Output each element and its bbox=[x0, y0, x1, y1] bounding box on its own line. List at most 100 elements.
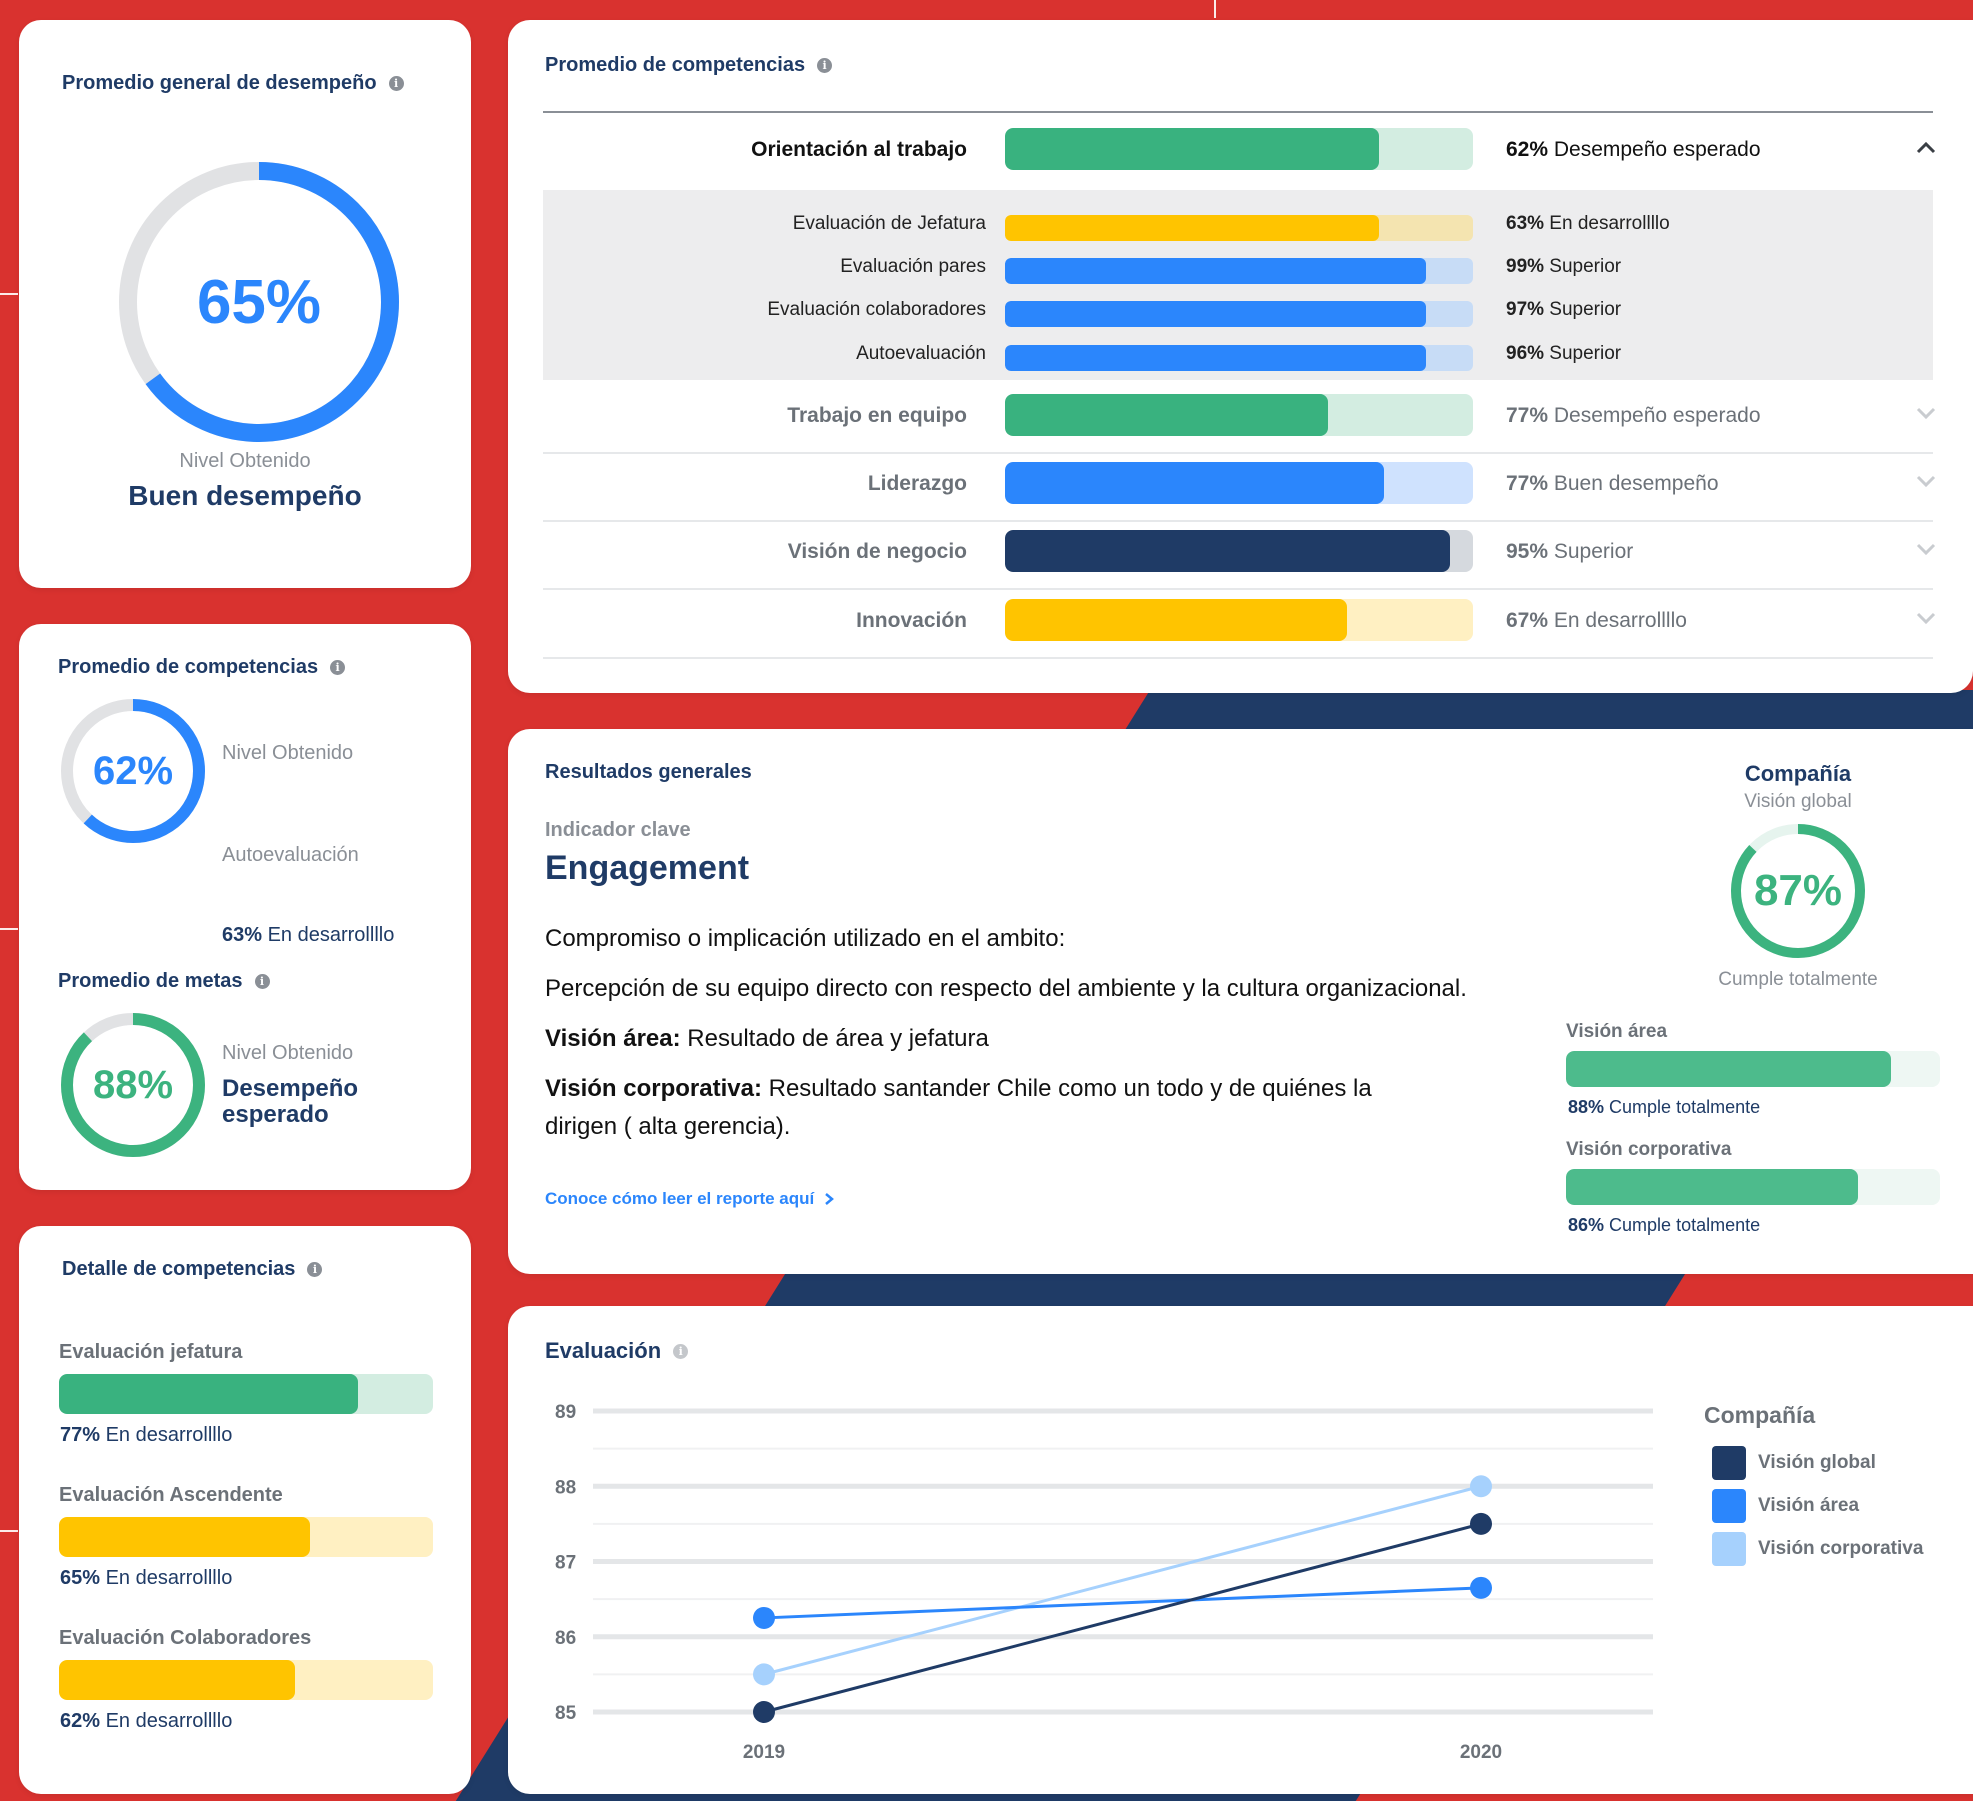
competencies-result: 63% En desarrollllo bbox=[222, 924, 394, 947]
data-point[interactable] bbox=[1470, 1576, 1492, 1599]
legend-item[interactable]: Visión corporativa bbox=[1712, 1532, 1923, 1566]
chevron-down-icon[interactable] bbox=[1916, 406, 1936, 420]
competencies-value: 62% bbox=[92, 748, 174, 793]
goals-value: 88% bbox=[92, 1062, 174, 1107]
detail-item-pct: 77% bbox=[60, 1424, 101, 1446]
detail-item-bar-fill bbox=[59, 1374, 359, 1414]
competency-detail-card: Detalle de competencias i Evaluación jef… bbox=[19, 1226, 471, 1794]
chevron-down-icon[interactable] bbox=[1916, 542, 1936, 556]
general-performance-card: Promedio general de desempeño i 65% Nive… bbox=[19, 20, 471, 588]
legend-item[interactable]: Visión global bbox=[1712, 1446, 1876, 1480]
detail-item-label: Evaluación jefatura bbox=[59, 1341, 243, 1363]
background-line bbox=[1214, 0, 1216, 18]
corp-label: Visión corporativa bbox=[1566, 1139, 1732, 1160]
legend-swatch bbox=[1712, 1446, 1746, 1480]
corp-bar-fill bbox=[1566, 1169, 1858, 1205]
sub-row-label: Autoevaluación bbox=[856, 343, 986, 364]
sub-row-result: 99% Superior bbox=[1506, 256, 1621, 278]
card-title: Promedio general de desempeño i bbox=[62, 72, 404, 95]
sub-row-label: Evaluación colaboradores bbox=[767, 299, 986, 320]
level-line: Desempeño bbox=[222, 1075, 359, 1102]
competency-row[interactable]: Innovación 67% En desarrollllo bbox=[543, 585, 1936, 645]
competency-row-result: 67% En desarrollllo bbox=[1506, 609, 1687, 633]
chevron-up-icon[interactable] bbox=[1916, 140, 1936, 154]
detail-item-result: 65% En desarrollllo bbox=[60, 1567, 232, 1590]
info-icon[interactable]: i bbox=[254, 974, 270, 989]
goals-title: Promedio de metas bbox=[58, 970, 243, 992]
chevron-down-icon[interactable] bbox=[1916, 611, 1936, 625]
competency-row-pct: 67% bbox=[1506, 609, 1549, 632]
competency-row-bar-fill bbox=[1005, 530, 1450, 572]
data-point[interactable] bbox=[753, 1606, 775, 1629]
competency-row-label: Trabajo en equipo bbox=[787, 404, 967, 427]
report-link[interactable]: Conoce cómo leer el reporte aquí bbox=[545, 1189, 835, 1209]
area-desc-bold: Visión área: bbox=[545, 1025, 681, 1052]
area-result: 88% Cumple totalmente bbox=[1568, 1097, 1760, 1118]
legend-item[interactable]: Visión área bbox=[1712, 1489, 1859, 1523]
level-line: esperado bbox=[222, 1101, 329, 1128]
sub-label: Autoevaluación bbox=[222, 844, 359, 866]
sub-row-bar-fill bbox=[1005, 345, 1427, 371]
area-status: Cumple totalmente bbox=[1609, 1097, 1761, 1117]
competencies-goals-card: Promedio de competencias i 62% Nivel Obt… bbox=[19, 624, 471, 1190]
competency-row[interactable]: Trabajo en equipo 77% Desempeño esperado bbox=[543, 380, 1936, 440]
chevron-down-icon[interactable] bbox=[1916, 474, 1936, 488]
y-tick-label: 88 bbox=[555, 1477, 576, 1498]
sub-row-bar bbox=[1005, 301, 1473, 327]
data-point[interactable] bbox=[1470, 1512, 1492, 1535]
title-divider bbox=[543, 111, 1933, 113]
competency-row-pct: 77% bbox=[1506, 404, 1549, 427]
sub-row-pct: 97% bbox=[1506, 299, 1545, 320]
sub-row-result: 63% En desarrollllo bbox=[1506, 213, 1670, 235]
x-tick-label: 2019 bbox=[743, 1742, 785, 1763]
detail-item-status: En desarrollllo bbox=[100, 1710, 233, 1732]
competency-row-pct: 95% bbox=[1506, 540, 1549, 563]
sub-row-result: 97% Superior bbox=[1506, 299, 1621, 321]
data-point[interactable] bbox=[753, 1701, 775, 1723]
competency-row-pct: 77% bbox=[1506, 472, 1549, 495]
data-point[interactable] bbox=[753, 1663, 775, 1686]
series-line bbox=[763, 1586, 1482, 1620]
sub-row-bar bbox=[1005, 345, 1473, 371]
detail-item-label: Evaluación Ascendente bbox=[59, 1484, 283, 1506]
corp-result: 86% Cumple totalmente bbox=[1568, 1215, 1760, 1236]
y-tick-label: 85 bbox=[555, 1703, 577, 1724]
legend-label: Visión área bbox=[1758, 1495, 1860, 1516]
corp-desc-line2: dirigen ( alta gerencia). bbox=[545, 1113, 791, 1140]
legend-title: Compañía bbox=[1704, 1402, 1816, 1428]
result-pct: 63% bbox=[222, 924, 263, 946]
corp-pct: 86% bbox=[1568, 1215, 1605, 1235]
general-value: 65% bbox=[196, 267, 322, 337]
detail-item-status: En desarrollllo bbox=[100, 1424, 233, 1446]
corp-desc-bold: Visión corporativa: bbox=[545, 1075, 762, 1102]
info-icon[interactable]: i bbox=[817, 58, 833, 73]
competencies-breakdown-card: Promedio de competencias i Orientación a… bbox=[508, 20, 1973, 693]
competency-row-bar bbox=[1005, 394, 1473, 436]
sub-row-bar bbox=[1005, 258, 1473, 284]
competency-row[interactable]: Liderazgo 77% Buen desempeño bbox=[543, 448, 1936, 508]
sub-row-pct: 99% bbox=[1506, 256, 1545, 277]
competency-row-result: 95% Superior bbox=[1506, 540, 1633, 564]
competency-row-status: Superior bbox=[1548, 540, 1634, 563]
competency-row-result: 77% Desempeño esperado bbox=[1506, 404, 1761, 428]
competency-row[interactable]: Orientación al trabajo 62% Desempeño espe… bbox=[543, 114, 1936, 174]
report-link-text[interactable]: Conoce cómo leer el reporte aquí bbox=[545, 1189, 814, 1209]
data-point[interactable] bbox=[1470, 1475, 1492, 1498]
competency-row[interactable]: Visión de negocio 95% Superior bbox=[543, 516, 1936, 576]
result-text: En desarrollllo bbox=[267, 924, 395, 946]
info-icon[interactable]: i bbox=[388, 76, 404, 91]
info-icon[interactable]: i bbox=[307, 1262, 323, 1277]
general-title: Promedio general de desempeño bbox=[62, 72, 377, 94]
area-label: Visión área bbox=[1566, 1021, 1668, 1042]
goals-level-value: Desempeño esperado bbox=[222, 1076, 358, 1128]
evaluation-chart-card: Evaluación i 89 88 87 86 85 2019 2020 Compañía… bbox=[508, 1306, 1973, 1794]
detail-item-bar bbox=[59, 1660, 433, 1700]
background-line bbox=[0, 293, 18, 295]
competency-row-label: Liderazgo bbox=[867, 472, 967, 495]
info-icon[interactable]: i bbox=[330, 660, 346, 675]
level-label: Nivel Obtenido bbox=[222, 1042, 354, 1064]
competency-row-bar bbox=[1005, 462, 1473, 504]
competency-row-bar-fill bbox=[1005, 462, 1385, 504]
competency-row-result: 77% Buen desempeño bbox=[1506, 472, 1719, 496]
detail-item-pct: 62% bbox=[60, 1710, 101, 1732]
